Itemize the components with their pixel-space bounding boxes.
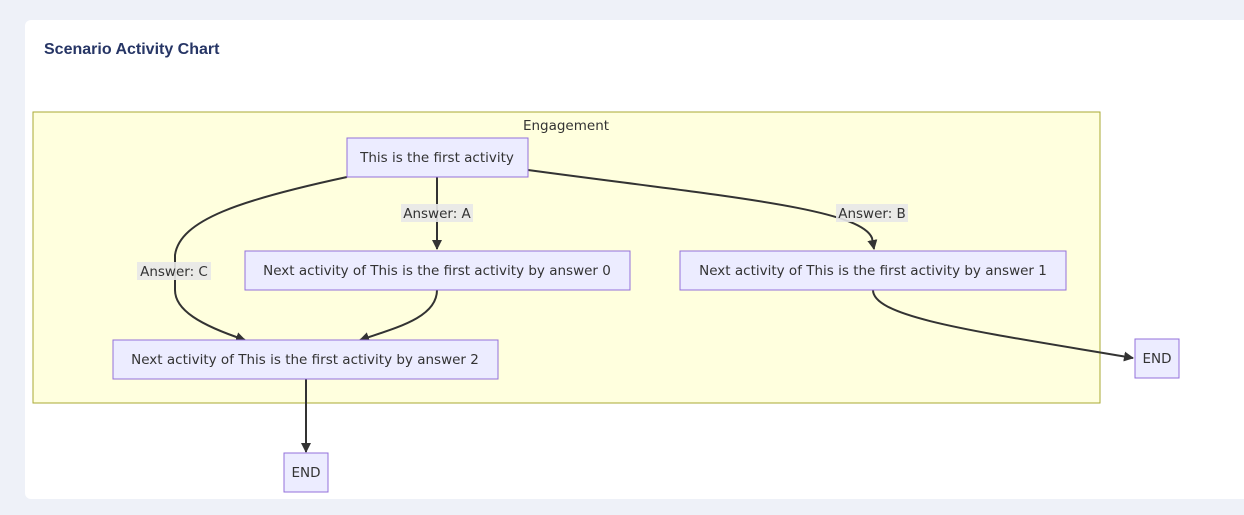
- node-next-activity-1[interactable]: Next activity of This is the first activ…: [679, 250, 1067, 291]
- node-end-bottom[interactable]: END: [283, 452, 329, 493]
- node-next-activity-2-label: Next activity of This is the first activ…: [131, 352, 479, 368]
- edge-label-c-text: Answer: C: [140, 264, 208, 280]
- node-next-activity-0[interactable]: Next activity of This is the first activ…: [244, 250, 631, 291]
- edge-label-a: Answer: A: [401, 204, 473, 222]
- node-end-bottom-label: END: [291, 465, 320, 481]
- flowchart: Engagement Answer: A Answer: B Answer: C…: [32, 111, 1180, 493]
- node-next-activity-1-label: Next activity of This is the first activ…: [699, 263, 1047, 279]
- node-next-activity-0-label: Next activity of This is the first activ…: [263, 263, 611, 279]
- edge-label-c: Answer: C: [137, 262, 211, 280]
- edge-label-a-text: Answer: A: [403, 206, 471, 222]
- node-next-activity-2[interactable]: Next activity of This is the first activ…: [112, 339, 499, 380]
- cluster-label: Engagement: [523, 118, 609, 134]
- edge-label-b-text: Answer: B: [838, 206, 906, 222]
- edge-label-b: Answer: B: [836, 204, 908, 222]
- node-first-activity[interactable]: This is the first activity: [346, 137, 529, 178]
- node-end-right-label: END: [1142, 351, 1171, 367]
- node-end-right[interactable]: END: [1134, 338, 1180, 379]
- node-first-activity-label: This is the first activity: [359, 150, 514, 166]
